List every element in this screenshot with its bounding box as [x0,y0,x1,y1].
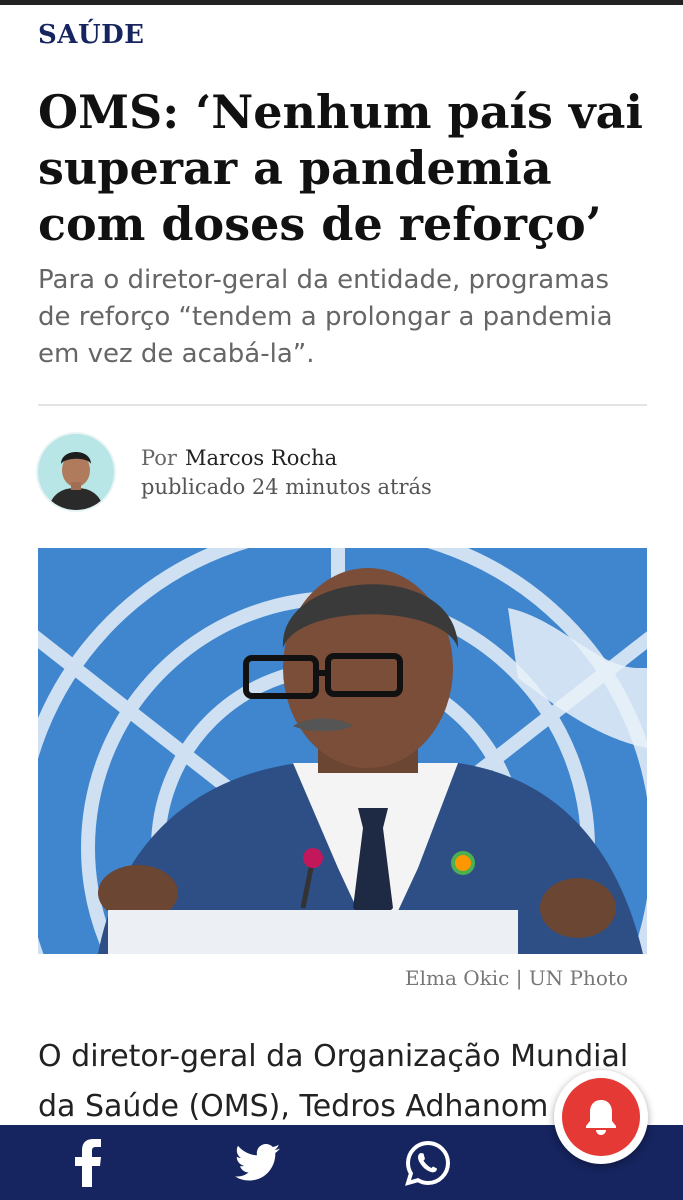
whatsapp-icon [405,1140,451,1186]
article-subtitle: Para o diretor-geral da entidade, progra… [38,265,613,369]
published-time: 24 minutos atrás [251,475,432,499]
twitter-icon [235,1144,280,1181]
share-facebook-button[interactable] [38,1133,138,1193]
top-border [0,0,683,5]
photo-credit: Elma Okic | UN Photo [405,966,628,990]
published-label: publicado [141,475,246,499]
share-whatsapp-button[interactable] [378,1133,478,1193]
article-photo[interactable] [38,548,647,954]
author-avatar[interactable] [38,434,114,510]
article-headline: OMS: ‘Nenhum país vai superar a pandemia… [38,85,643,251]
bell-badge [562,1078,640,1156]
facebook-icon [75,1139,101,1187]
category-label[interactable]: SAÚDE [38,20,145,50]
share-twitter-button[interactable] [207,1133,307,1193]
author-name[interactable]: Marcos Rocha [185,446,337,470]
byline: Por Marcos Rocha publicado 24 minutos atr… [141,444,432,502]
by-label: Por [141,446,177,470]
bell-icon [586,1100,616,1135]
divider [38,404,647,406]
notification-bell-button[interactable] [554,1070,648,1164]
